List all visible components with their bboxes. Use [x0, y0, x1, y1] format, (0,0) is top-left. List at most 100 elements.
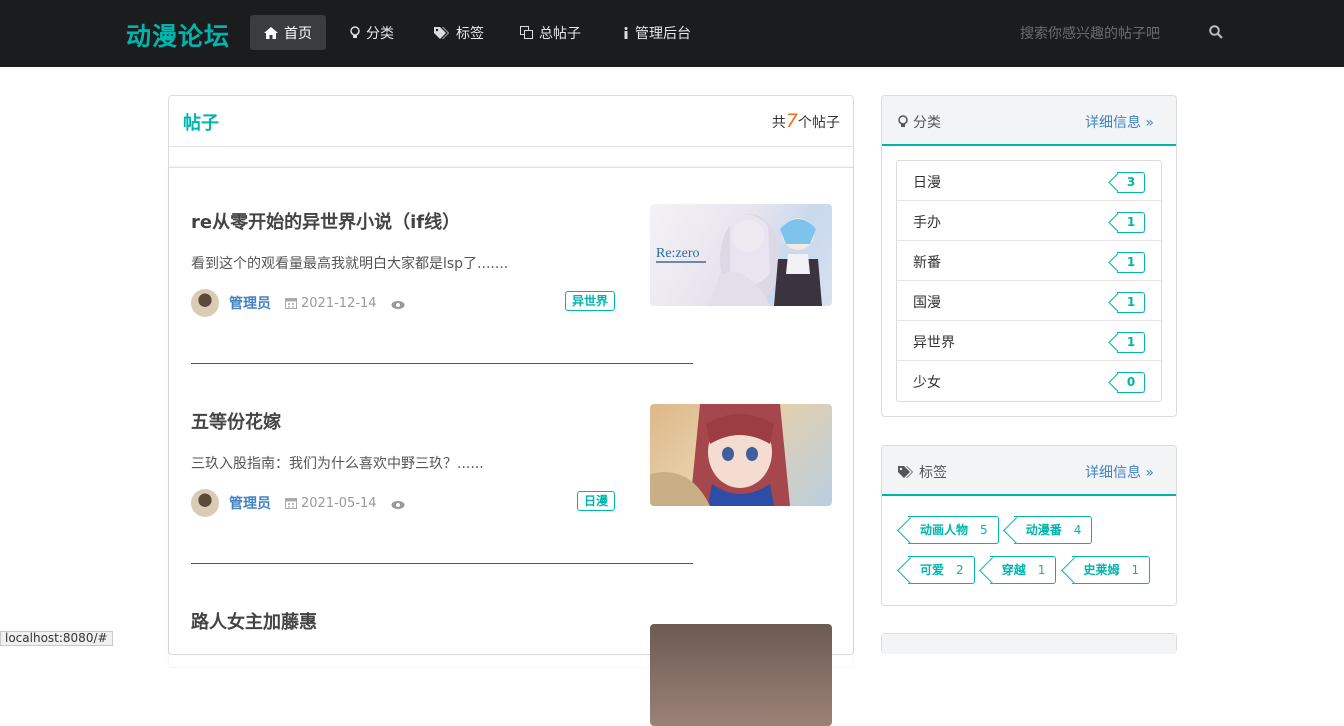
category-name: 异世界: [913, 335, 955, 351]
posts-count: 共7个帖子: [772, 110, 840, 132]
posts-header: 帖子 共7个帖子: [169, 96, 853, 147]
tag-item[interactable]: 可爱 2: [908, 556, 975, 584]
categories-card-header: 分类 详细信息 »: [882, 96, 1176, 146]
nav-home-label: 首页: [284, 25, 312, 42]
tag-name: 动漫番: [1025, 523, 1062, 537]
search-icon[interactable]: [1209, 25, 1223, 39]
post-description: 看到这个的观看量最高我就明白大家都是lsp了.......: [191, 256, 509, 272]
nav-home[interactable]: 首页: [250, 15, 326, 50]
tag-name: 穿越: [1001, 563, 1026, 577]
post-item[interactable]: 五等份花嫁 三玖入股指南：我们为什么喜欢中野三玖？...... 管理员 2021…: [191, 404, 832, 564]
post-author[interactable]: 管理员: [229, 293, 271, 313]
tag-count: 1: [1131, 563, 1140, 577]
post-divider: [191, 363, 693, 364]
post-date-text: 2021-12-14: [301, 295, 377, 311]
post-date: 2021-12-14: [285, 296, 377, 311]
posts-count-suffix: 个帖子: [798, 115, 840, 131]
tag-name: 史莱姆: [1083, 563, 1120, 577]
post-author[interactable]: 管理员: [229, 493, 271, 513]
category-item[interactable]: 异世界 1: [897, 321, 1161, 361]
post-list: re从零开始的异世界小说（if线） 看到这个的观看量最高我就明白大家都是lsp了…: [169, 167, 853, 726]
nav-tags[interactable]: 标签: [420, 15, 498, 50]
tags-card-title: 标签: [898, 462, 947, 482]
post-date: 2021-05-14: [285, 496, 377, 511]
avatar: [191, 489, 219, 517]
post-category-label[interactable]: 异世界: [565, 291, 616, 311]
tags-title-text: 标签: [919, 465, 947, 481]
post-item[interactable]: re从零开始的异世界小说（if线） 看到这个的观看量最高我就明白大家都是lsp了…: [191, 204, 832, 364]
category-count-badge: 1: [1117, 252, 1145, 273]
tags-icon: [898, 466, 913, 478]
posts-panel: 帖子 共7个帖子 re从零开始的异世界小说（if线） 看到这个的观看量最高我就明…: [168, 95, 854, 726]
category-item[interactable]: 少女 0: [897, 361, 1161, 401]
category-name: 新番: [913, 255, 941, 271]
rezero-artwork: Re:zero: [656, 214, 822, 306]
avatar: [191, 289, 219, 317]
tag-count: 5: [980, 523, 988, 537]
home-icon: [264, 26, 278, 39]
sidebar-card-partial-header: [882, 634, 1176, 654]
category-item[interactable]: 日漫 3: [897, 161, 1161, 201]
category-name: 手办: [913, 215, 941, 231]
nav-categories-label: 分类: [366, 25, 394, 42]
categories-more-link[interactable]: 详细信息 »: [1085, 112, 1154, 132]
tag-count: 2: [956, 563, 964, 577]
category-name: 国漫: [913, 295, 941, 311]
tag-item[interactable]: 动漫番 4: [1013, 516, 1093, 544]
search-input[interactable]: 搜索你感兴趣的帖子吧: [1020, 26, 1160, 42]
category-count: 1: [1126, 295, 1136, 309]
category-count: 1: [1126, 335, 1136, 349]
category-count-badge: 1: [1117, 332, 1145, 353]
nav-all-posts-label: 总帖子: [539, 25, 581, 42]
tag-count: 1: [1037, 563, 1046, 577]
posts-count-prefix: 共: [771, 115, 786, 131]
category-item[interactable]: 手办 1: [897, 201, 1161, 241]
post-category-label[interactable]: 日漫: [577, 491, 616, 511]
posts-title: 帖子: [183, 113, 219, 134]
eye-icon: [391, 501, 405, 509]
category-list: 日漫 3 手办 1 新番 1 国漫 1 异世界 1 少女 0: [896, 160, 1162, 402]
nav-admin[interactable]: 管理后台: [609, 15, 705, 50]
categories-card: 分类 详细信息 » 日漫 3 手办 1 新番 1 国漫 1 异世界 1 少女 0: [881, 95, 1177, 417]
tags-more-link[interactable]: 详细信息 »: [1085, 462, 1154, 482]
category-count: 3: [1126, 175, 1136, 189]
site-logo[interactable]: 动漫论坛: [126, 17, 230, 53]
tags-icon: [434, 26, 449, 39]
category-count-badge: 0: [1117, 372, 1145, 393]
miku-artwork: [650, 404, 790, 506]
categories-card-title: 分类: [898, 112, 941, 132]
tag-name: 可爱: [920, 563, 945, 577]
post-meta: 管理员 2021-05-14: [191, 488, 631, 518]
nav-all-posts[interactable]: 总帖子: [506, 15, 595, 50]
post-thumbnail[interactable]: Re:zero: [650, 204, 832, 306]
post-description: 三玖入股指南：我们为什么喜欢中野三玖？......: [191, 456, 484, 472]
post-thumbnail[interactable]: [650, 404, 832, 506]
category-item[interactable]: 国漫 1: [897, 281, 1161, 321]
search-box[interactable]: 搜索你感兴趣的帖子吧: [1020, 23, 1223, 43]
tag-item[interactable]: 穿越 1: [989, 556, 1057, 584]
category-count: 0: [1126, 375, 1136, 389]
category-count: 1: [1126, 215, 1136, 229]
category-item[interactable]: 新番 1: [897, 241, 1161, 281]
sidebar-card-partial: [881, 633, 1177, 654]
category-name: 少女: [913, 375, 941, 391]
nav-tags-label: 标签: [456, 25, 484, 42]
categories-title-text: 分类: [913, 115, 941, 131]
post-item[interactable]: 路人女主加藤惠: [191, 608, 832, 726]
tag-item[interactable]: 动画人物 5: [908, 516, 999, 544]
browser-status-bar: localhost:8080/#: [0, 631, 113, 646]
tags-card-header: 标签 详细信息 »: [882, 446, 1176, 496]
tag-count: 4: [1073, 523, 1082, 537]
category-count-badge: 1: [1117, 292, 1145, 313]
nav-categories[interactable]: 分类: [336, 15, 408, 50]
post-divider: [191, 563, 693, 564]
eye-icon: [391, 301, 405, 309]
tag-name: 动画人物: [920, 523, 969, 537]
info-icon: [624, 26, 628, 39]
post-date-text: 2021-05-14: [301, 495, 377, 511]
top-navbar: 动漫论坛 首页 分类 标签 总帖子 管理后台 搜索你感兴趣的帖子吧: [0, 0, 1344, 67]
tag-cloud: 动画人物 5 动漫番 4 可爱 2 穿越 1 史莱姆 1: [882, 496, 1176, 612]
tag-item[interactable]: 史莱姆 1: [1071, 556, 1151, 584]
post-thumbnail[interactable]: [650, 624, 832, 726]
clone-icon: [520, 26, 533, 39]
